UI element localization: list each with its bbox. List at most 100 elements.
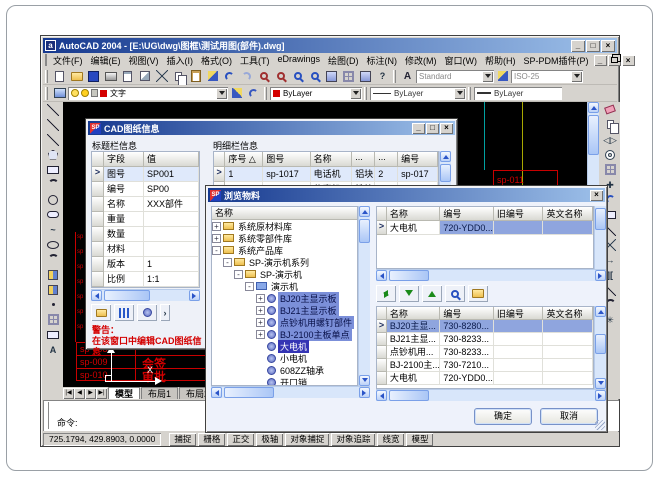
scroll-down-icon[interactable] bbox=[595, 378, 606, 389]
make-block-icon[interactable] bbox=[45, 282, 62, 297]
table-row[interactable]: 大电机720-YDD0... bbox=[377, 372, 593, 385]
offset-icon[interactable] bbox=[602, 147, 619, 162]
undo-icon[interactable] bbox=[221, 69, 238, 84]
tree-item[interactable]: -演示机 bbox=[212, 280, 357, 292]
toolbar-grip[interactable] bbox=[393, 70, 396, 83]
lineweight-combo[interactable]: ByLayer bbox=[474, 87, 562, 100]
menu-item[interactable]: 帮助(H) bbox=[481, 54, 520, 67]
scroll-right-icon[interactable] bbox=[595, 390, 606, 401]
tree-item[interactable]: +BJ-2100主板单点 bbox=[212, 328, 357, 340]
combo-dropdown-icon[interactable] bbox=[482, 71, 493, 82]
combo-dropdown-icon[interactable] bbox=[350, 88, 361, 99]
status-toggle[interactable]: 线宽 bbox=[377, 433, 404, 446]
save-icon[interactable] bbox=[85, 69, 102, 84]
tab-first-icon[interactable]: |◀ bbox=[63, 388, 74, 399]
status-toggle[interactable]: 对象捕捉 bbox=[285, 433, 329, 446]
menu-item[interactable]: 工具(T) bbox=[236, 54, 274, 67]
scroll-left-icon[interactable] bbox=[91, 290, 102, 301]
menu-item[interactable]: 格式(O) bbox=[197, 54, 236, 67]
text-icon[interactable]: A bbox=[45, 342, 62, 357]
text-style-icon[interactable]: A bbox=[399, 69, 416, 84]
layer-combo[interactable]: 文字 bbox=[68, 87, 228, 100]
open-icon[interactable] bbox=[91, 304, 111, 321]
tree-expander-icon[interactable]: - bbox=[223, 258, 232, 267]
copy-object-icon[interactable] bbox=[602, 117, 619, 132]
tree-expander-icon[interactable]: + bbox=[256, 306, 265, 315]
polyline-icon[interactable] bbox=[45, 132, 62, 147]
tab-model[interactable]: 模型 bbox=[108, 387, 140, 399]
column-header[interactable]: 英文名称 bbox=[543, 307, 593, 320]
dialog-close-button[interactable]: × bbox=[590, 190, 603, 201]
minimize-button[interactable]: _ bbox=[571, 40, 585, 52]
menu-item[interactable]: 编辑(E) bbox=[87, 54, 125, 67]
table-row[interactable]: 材料 bbox=[92, 242, 199, 257]
menu-item[interactable]: 视图(V) bbox=[125, 54, 163, 67]
table-row[interactable]: BJ21主显...730-8233... bbox=[377, 333, 593, 346]
tree-item[interactable]: +系统原材料库 bbox=[212, 220, 357, 232]
column-header[interactable]: 旧编号 bbox=[494, 207, 544, 221]
dialog-maximize-button[interactable]: □ bbox=[426, 123, 439, 134]
browse-titlebar[interactable]: SP 浏览物料 × bbox=[208, 188, 605, 202]
table-row[interactable]: BJ-2100主...730-7210... bbox=[377, 359, 593, 372]
scroll-right-icon[interactable] bbox=[595, 270, 606, 281]
table-row[interactable]: >图号SP001 bbox=[92, 167, 199, 182]
tree-expander-icon[interactable]: - bbox=[234, 270, 243, 279]
tab-prev-icon[interactable]: ◀ bbox=[74, 388, 85, 399]
toolbar-grip[interactable] bbox=[45, 70, 48, 83]
column-header[interactable]: 名称 bbox=[387, 307, 441, 320]
list-vscrollbar[interactable] bbox=[594, 306, 606, 389]
revcloud-icon[interactable] bbox=[45, 207, 62, 222]
construction-line-icon[interactable] bbox=[45, 117, 62, 132]
gear-add-icon[interactable] bbox=[137, 304, 157, 321]
status-toggle[interactable]: 模型 bbox=[406, 433, 433, 446]
table-row[interactable]: 点钞机用...730-8233... bbox=[377, 346, 593, 359]
column-header[interactable]: 值 bbox=[144, 152, 199, 167]
paste-icon[interactable] bbox=[187, 69, 204, 84]
move-down-icon[interactable] bbox=[399, 285, 419, 302]
table-row[interactable]: 编号SP00 bbox=[92, 182, 199, 197]
scroll-up-icon[interactable] bbox=[440, 151, 451, 162]
status-toggle[interactable]: 对象追踪 bbox=[331, 433, 375, 446]
ellipse-icon[interactable] bbox=[45, 237, 62, 252]
combo-dropdown-icon[interactable] bbox=[216, 88, 227, 99]
tool-palettes-icon[interactable] bbox=[357, 69, 374, 84]
open-icon[interactable] bbox=[68, 69, 85, 84]
insert-block-icon[interactable] bbox=[45, 267, 62, 282]
maximize-button[interactable]: □ bbox=[586, 40, 600, 52]
scroll-up-icon[interactable] bbox=[588, 102, 599, 113]
properties-icon[interactable] bbox=[323, 69, 340, 84]
region-icon[interactable] bbox=[45, 327, 62, 342]
text-style-combo[interactable]: Standard bbox=[416, 70, 494, 83]
combo-dropdown-icon[interactable] bbox=[571, 71, 582, 82]
tree-item[interactable]: -SP-演示机 bbox=[212, 268, 357, 280]
tree-header[interactable]: 名称 bbox=[212, 207, 357, 220]
tab-layout1[interactable]: 布局1 bbox=[141, 387, 178, 399]
tree-expander-icon[interactable]: + bbox=[256, 330, 265, 339]
help-icon[interactable]: ? bbox=[374, 69, 391, 84]
resize-grip[interactable] bbox=[595, 420, 605, 430]
selected-material-table[interactable]: 名称编号旧编号英文名称>大电机720-YDD0... bbox=[376, 206, 594, 269]
polygon-icon[interactable] bbox=[45, 147, 62, 162]
mdi-minimize-button[interactable]: _ bbox=[594, 55, 607, 66]
tab-next-icon[interactable]: ▶ bbox=[85, 388, 96, 399]
dim-style-combo[interactable]: ISO-25 bbox=[511, 70, 583, 83]
column-header[interactable]: 字段 bbox=[104, 152, 144, 167]
zoom-previous-icon[interactable] bbox=[306, 69, 323, 84]
tree-expander-icon[interactable]: + bbox=[256, 294, 265, 303]
color-combo[interactable]: ByLayer bbox=[270, 87, 362, 100]
search-icon[interactable] bbox=[445, 285, 465, 302]
pan-realtime-icon[interactable] bbox=[255, 69, 272, 84]
scroll-left-icon[interactable] bbox=[211, 387, 222, 398]
rectangle-icon[interactable] bbox=[45, 162, 62, 177]
table-row[interactable]: >BJ20主显...730-8280... bbox=[377, 320, 593, 333]
scroll-thumb[interactable] bbox=[224, 387, 274, 398]
copy-icon[interactable] bbox=[170, 69, 187, 84]
toolbar-grip[interactable] bbox=[364, 87, 367, 100]
tree-hscrollbar[interactable] bbox=[211, 386, 370, 398]
toolbar-grip[interactable] bbox=[264, 87, 267, 100]
scroll-thumb[interactable] bbox=[104, 290, 150, 301]
scroll-right-icon[interactable] bbox=[189, 290, 200, 301]
scroll-thumb[interactable] bbox=[359, 219, 370, 243]
scroll-left-icon[interactable] bbox=[376, 390, 387, 401]
hatch-icon[interactable] bbox=[45, 312, 62, 327]
